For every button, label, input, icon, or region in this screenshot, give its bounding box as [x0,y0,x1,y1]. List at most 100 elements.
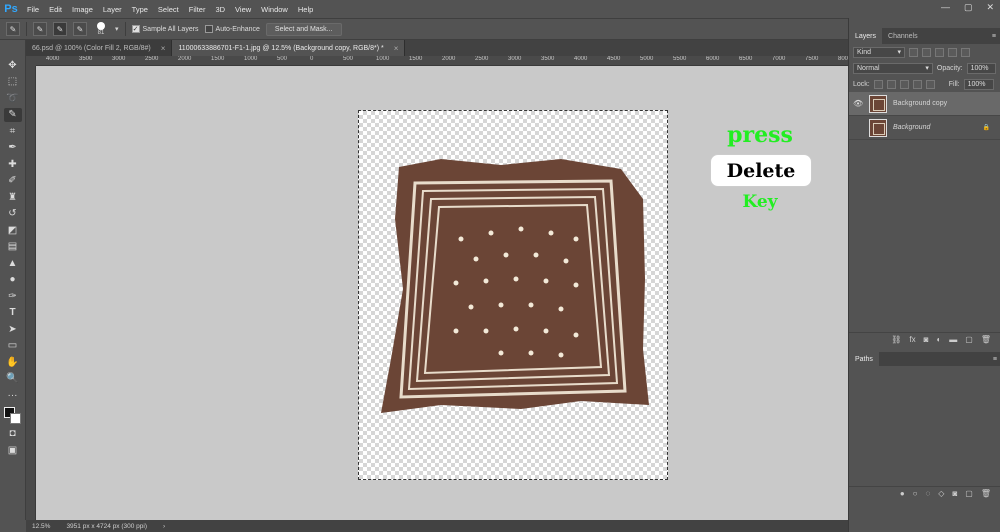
dodge-tool-icon[interactable]: ● [4,273,22,288]
maximize-button[interactable]: ▢ [964,2,973,13]
path-selection-tool-icon[interactable]: ➤ [4,322,22,337]
pixel-filter-icon[interactable] [909,47,918,57]
lock-position-icon[interactable] [899,79,909,89]
hand-tool-icon[interactable]: ✋ [4,355,22,370]
add-mask-icon[interactable]: ◙ [952,489,957,498]
healing-brush-tool-icon[interactable]: ✚ [4,157,22,172]
auto-enhance-checkbox[interactable]: Auto-Enhance [204,25,260,33]
status-arrow-icon[interactable]: › [163,523,165,530]
screen-mode-icon[interactable]: ▣ [4,443,22,458]
blur-tool-icon[interactable]: ▲ [4,256,22,271]
menu-image[interactable]: Image [67,5,98,14]
type-tool-icon[interactable]: T [4,306,22,321]
lock-image-icon[interactable] [886,79,896,89]
layer-mask-icon[interactable]: ◙ [924,335,929,344]
opacity-value: 100% [970,64,989,72]
menu-edit[interactable]: Edit [44,5,67,14]
lock-all-icon[interactable] [925,79,935,89]
layer-background[interactable]: Background 🔒 [849,116,1000,140]
tab-layers[interactable]: Layers [849,28,883,44]
sample-all-layers-checkbox[interactable]: ✓ Sample All Layers [131,25,199,33]
history-brush-tool-icon[interactable]: ↺ [4,207,22,222]
eraser-tool-icon[interactable]: ◩ [4,223,22,238]
blend-mode-dropdown[interactable]: Normal ▾ [853,62,933,74]
more-tools-icon[interactable]: ··· [4,388,22,403]
shape-filter-icon[interactable] [948,47,957,57]
fill-input[interactable]: 100% [963,78,994,90]
menu-select[interactable]: Select [153,5,184,14]
chevron-down-icon: ▾ [925,65,929,72]
close-icon[interactable]: × [394,44,399,53]
link-layers-icon[interactable]: ⛓ [891,335,901,344]
layers-panel-tabs: Layers Channels ≡ [849,28,1000,44]
shape-tool-icon[interactable]: ▭ [4,339,22,354]
adjustment-layer-icon[interactable]: ◐ [936,335,941,344]
photoshop-logo: Ps [4,3,18,15]
menu-window[interactable]: Window [256,5,293,14]
close-icon[interactable]: × [161,44,166,53]
smart-object-filter-icon[interactable] [961,47,970,57]
tab-scarf-jpg[interactable]: 11000633886701-F1-1.jpg @ 12.5% (Backgro… [172,40,406,56]
new-path-icon[interactable]: ▢ [965,489,973,498]
delete-layer-icon[interactable]: 🗑 [981,335,991,344]
brush-tool-icon[interactable]: ✐ [4,174,22,189]
load-selection-icon[interactable]: ◌ [926,489,931,498]
layer-background-copy[interactable]: 👁 Background copy [849,92,1000,116]
ruler-label: 3500 [79,56,93,62]
pen-tool-icon[interactable]: ✑ [4,289,22,304]
tool-preset-picker[interactable]: ✎ [6,22,20,36]
document-canvas[interactable] [358,110,668,480]
lock-transparent-icon[interactable] [873,79,883,89]
select-and-mask-button[interactable]: Select and Mask... [265,22,342,36]
make-path-icon[interactable]: ◇ [938,489,944,498]
tab-channels[interactable]: Channels [882,28,924,44]
zoom-level[interactable]: 12.5% [32,523,50,530]
menu-type[interactable]: Type [127,5,153,14]
delete-path-icon[interactable]: 🗑 [981,489,991,498]
quick-mask-icon[interactable]: ◘ [4,427,22,442]
color-swatches[interactable] [3,406,22,425]
menu-view[interactable]: View [230,5,256,14]
type-filter-icon[interactable] [935,47,944,57]
move-tool-icon[interactable]: ✥ [4,58,22,73]
opacity-input[interactable]: 100% [966,62,996,74]
visibility-eye-icon[interactable]: 👁 [853,99,863,108]
menu-3d[interactable]: 3D [210,5,230,14]
lock-artboard-icon[interactable] [912,79,922,89]
close-button[interactable]: ✕ [986,2,994,13]
menu-help[interactable]: Help [293,5,318,14]
menu-layer[interactable]: Layer [98,5,127,14]
adjustment-filter-icon[interactable] [922,47,931,57]
add-to-selection-button[interactable]: ✎ [53,22,67,36]
tab-paths[interactable]: Paths [849,351,879,367]
marquee-tool-icon[interactable]: ⬚ [4,75,22,90]
lasso-tool-icon[interactable]: ➰ [4,91,22,106]
stroke-path-icon[interactable]: ○ [913,489,918,498]
crop-tool-icon[interactable]: ⌗ [4,124,22,139]
chevron-down-icon[interactable]: ▾ [115,25,119,33]
layer-style-icon[interactable]: fx [909,335,915,344]
minimize-button[interactable]: — [941,2,950,13]
tab-66-psd[interactable]: 66.psd @ 100% (Color Fill 2, RGB/8#) × [26,40,173,56]
subtract-from-selection-button[interactable]: ✎ [73,22,87,36]
clone-stamp-tool-icon[interactable]: ♜ [4,190,22,205]
quick-selection-tool-icon[interactable]: ✎ [3,107,22,122]
gradient-tool-icon[interactable]: ▤ [4,240,22,255]
ruler-label: 7500 [805,56,819,62]
menu-filter[interactable]: Filter [184,5,211,14]
brush-size-picker[interactable]: 81 [93,22,109,36]
new-selection-button[interactable]: ✎ [33,22,47,36]
panel-menu-icon[interactable]: ≡ [993,356,997,363]
new-layer-icon[interactable]: ▢ [965,335,973,344]
panel-menu-icon[interactable]: ≡ [992,33,996,40]
eyedropper-tool-icon[interactable]: ✒ [4,141,22,156]
overlay-press-text: press [727,122,793,148]
background-color-swatch[interactable] [9,412,21,424]
layers-panel-dock: Layers Channels ≡ Kind ▾ Normal ▾ Opacit… [848,18,1000,532]
new-group-icon[interactable]: ▬ [949,335,957,344]
menu-file[interactable]: File [22,5,44,14]
zoom-tool-icon[interactable]: 🔍 [4,372,22,387]
ruler-label: 4500 [607,56,621,62]
kind-filter-dropdown[interactable]: Kind ▾ [853,46,905,58]
fill-path-icon[interactable]: ● [900,489,905,498]
